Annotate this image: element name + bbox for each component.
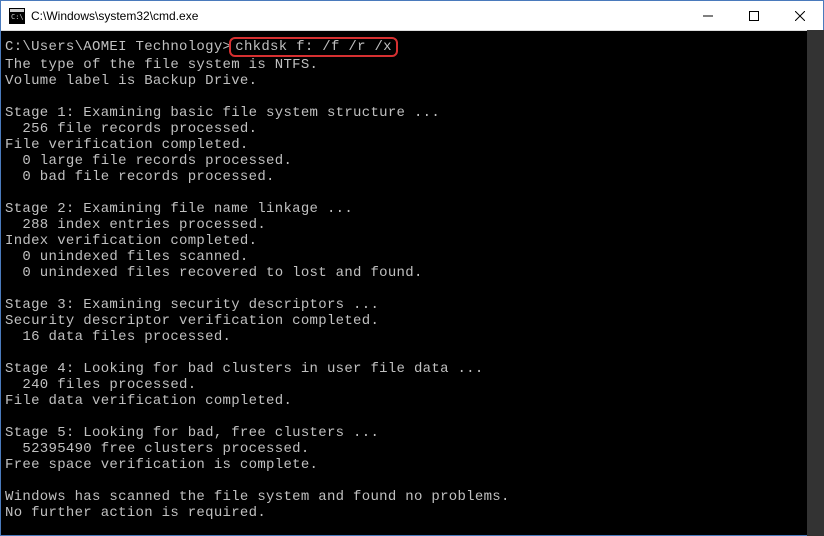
output-line: Index verification completed. (5, 233, 819, 249)
window-controls (685, 1, 823, 30)
minimize-button[interactable] (685, 1, 731, 30)
output-line: Stage 3: Examining security descriptors … (5, 297, 819, 313)
output-line: 52395490 free clusters processed. (5, 441, 819, 457)
output-line: 0 bad file records processed. (5, 169, 819, 185)
output-line (5, 473, 819, 489)
terminal-area[interactable]: C:\Users\AOMEI Technology>chkdsk f: /f /… (1, 31, 823, 535)
window-title: C:\Windows\system32\cmd.exe (31, 9, 685, 23)
output-line: 288 index entries processed. (5, 217, 819, 233)
prompt-line: C:\Users\AOMEI Technology>chkdsk f: /f /… (5, 37, 819, 57)
output-line: 0 unindexed files scanned. (5, 249, 819, 265)
output-line: Security descriptor verification complet… (5, 313, 819, 329)
output-line: Stage 1: Examining basic file system str… (5, 105, 819, 121)
output-line: Stage 2: Examining file name linkage ... (5, 201, 819, 217)
output-lines: The type of the file system is NTFS.Volu… (5, 57, 819, 521)
output-line (5, 281, 819, 297)
output-line: Free space verification is complete. (5, 457, 819, 473)
cmd-window: C:\ C:\Windows\system32\cmd.exe C:\Users… (0, 0, 824, 536)
output-line: 0 large file records processed. (5, 153, 819, 169)
output-line (5, 89, 819, 105)
terminal-content: C:\Users\AOMEI Technology>chkdsk f: /f /… (5, 37, 819, 521)
command-highlight: chkdsk f: /f /r /x (229, 37, 398, 57)
cmd-icon: C:\ (9, 8, 25, 24)
output-line: File data verification completed. (5, 393, 819, 409)
output-line: 256 file records processed. (5, 121, 819, 137)
maximize-button[interactable] (731, 1, 777, 30)
output-line: The type of the file system is NTFS. (5, 57, 819, 73)
output-line: 240 files processed. (5, 377, 819, 393)
output-line: Volume label is Backup Drive. (5, 73, 819, 89)
output-line: Windows has scanned the file system and … (5, 489, 819, 505)
output-line: File verification completed. (5, 137, 819, 153)
output-line (5, 185, 819, 201)
svg-text:C:\: C:\ (11, 13, 24, 21)
close-button[interactable] (777, 1, 823, 30)
output-line: Stage 4: Looking for bad clusters in use… (5, 361, 819, 377)
titlebar[interactable]: C:\ C:\Windows\system32\cmd.exe (1, 1, 823, 31)
scrollbar[interactable] (807, 30, 824, 536)
output-line (5, 409, 819, 425)
output-line: 0 unindexed files recovered to lost and … (5, 265, 819, 281)
output-line: Stage 5: Looking for bad, free clusters … (5, 425, 819, 441)
output-line: No further action is required. (5, 505, 819, 521)
output-line (5, 345, 819, 361)
output-line: 16 data files processed. (5, 329, 819, 345)
prompt: C:\Users\AOMEI Technology> (5, 39, 231, 55)
